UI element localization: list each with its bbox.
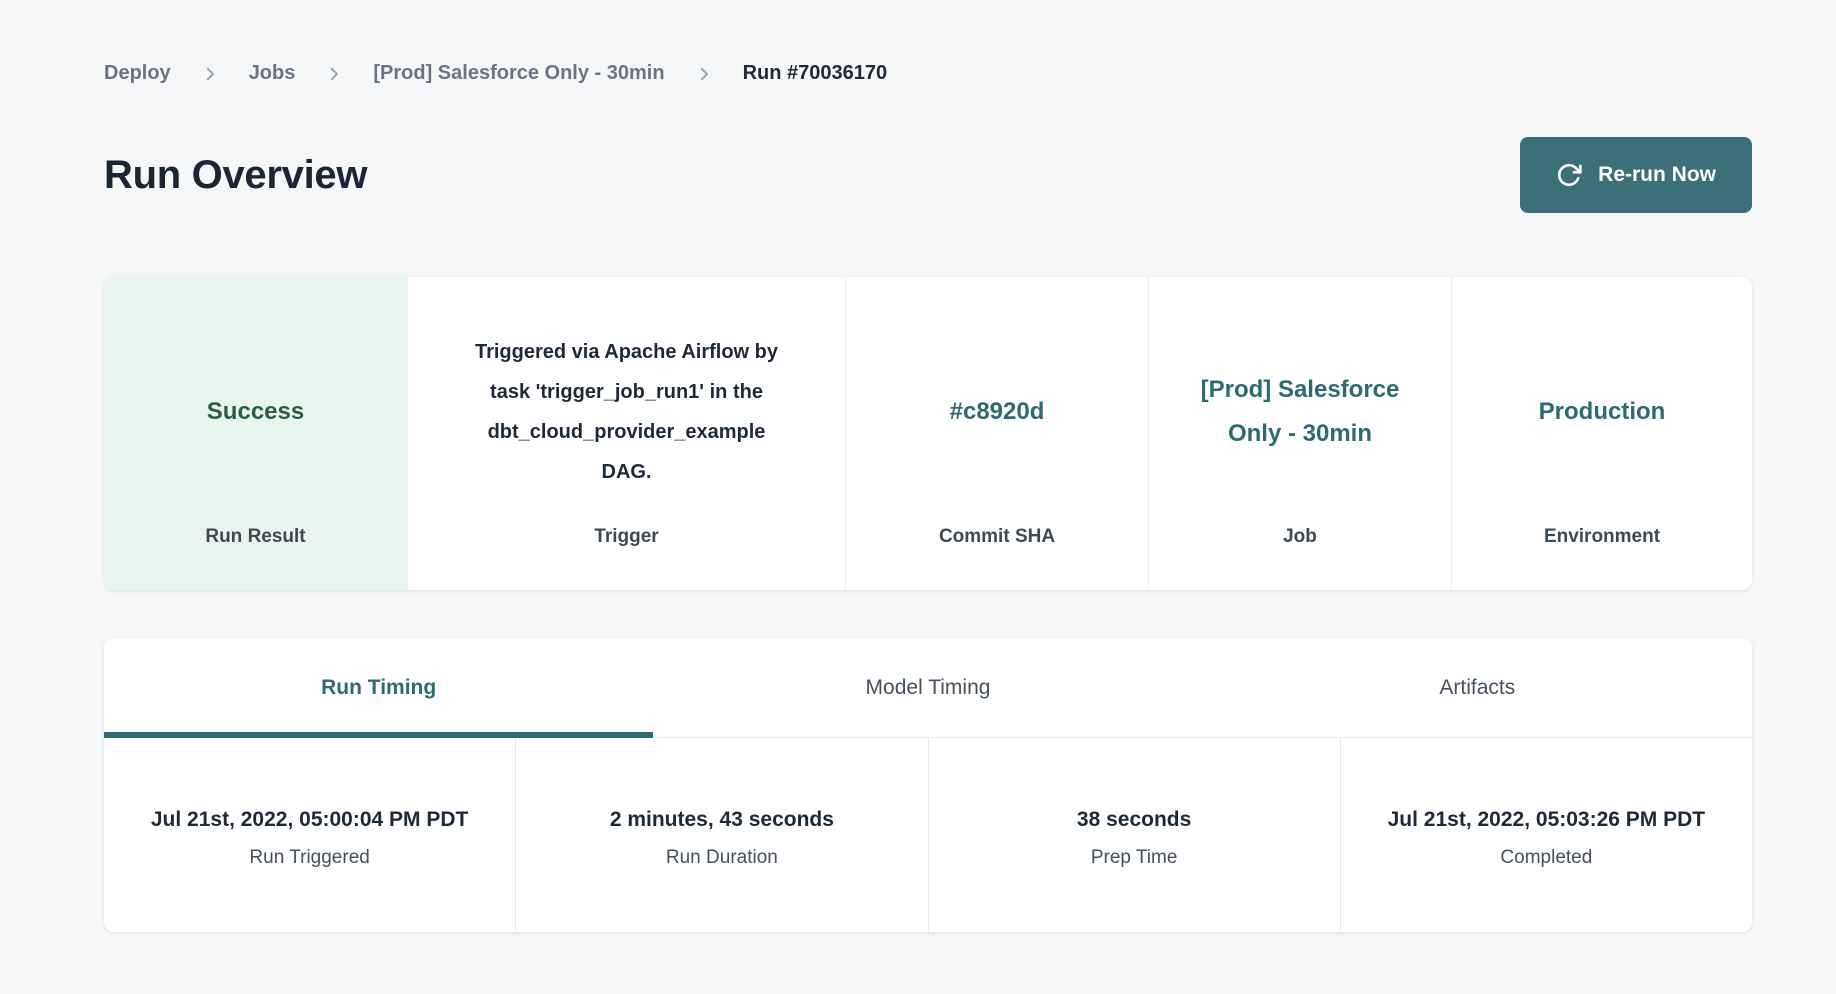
prep-time-card: 38 seconds Prep Time: [928, 738, 1340, 932]
job-label: Job: [1283, 526, 1317, 548]
run-triggered-card: Jul 21st, 2022, 05:00:04 PM PDT Run Trig…: [104, 738, 515, 932]
rerun-now-label: Re-run Now: [1598, 163, 1716, 187]
refresh-cw-icon: [1556, 162, 1582, 188]
job-value-wrap: [Prod] Salesforce Only - 30min: [1200, 297, 1400, 526]
tab-bar: Run Timing Model Timing Artifacts: [104, 638, 1752, 738]
completed-card: Jul 21st, 2022, 05:03:26 PM PDT Complete…: [1340, 738, 1752, 932]
trigger-card: Triggered via Apache Airflow by task 'tr…: [407, 277, 845, 590]
environment-card: Production Environment: [1451, 277, 1752, 590]
run-triggered-label: Run Triggered: [249, 847, 369, 869]
prep-time-label: Prep Time: [1091, 847, 1178, 869]
commit-sha-card: #c8920d Commit SHA: [845, 277, 1148, 590]
environment-value-wrap: Production: [1539, 297, 1666, 526]
tab-artifacts[interactable]: Artifacts: [1203, 638, 1752, 737]
tab-run-timing-label: Run Timing: [321, 676, 436, 700]
commit-sha-link[interactable]: #c8920d: [950, 390, 1045, 434]
completed-value: Jul 21st, 2022, 05:03:26 PM PDT: [1388, 801, 1706, 838]
run-result-label: Run Result: [205, 526, 305, 548]
run-overview-page: Deploy Jobs [Prod] Salesforce Only - 30m…: [104, 0, 1752, 932]
tab-artifacts-label: Artifacts: [1439, 676, 1515, 700]
run-summary-row: Success Run Result Triggered via Apache …: [104, 277, 1752, 590]
breadcrumb: Deploy Jobs [Prod] Salesforce Only - 30m…: [104, 0, 1752, 85]
run-duration-label: Run Duration: [666, 847, 778, 869]
chevron-right-icon: [695, 65, 713, 83]
run-result-value-wrap: Success: [207, 297, 304, 526]
trigger-label: Trigger: [594, 526, 658, 548]
tab-model-timing[interactable]: Model Timing: [653, 638, 1202, 737]
breadcrumb-item-jobs[interactable]: Jobs: [249, 62, 296, 85]
breadcrumb-item-current-run: Run #70036170: [743, 62, 888, 85]
trigger-value-wrap: Triggered via Apache Airflow by task 'tr…: [462, 297, 792, 526]
run-duration-value: 2 minutes, 43 seconds: [610, 801, 834, 838]
trigger-value: Triggered via Apache Airflow by task 'tr…: [462, 332, 792, 492]
breadcrumb-item-job-name[interactable]: [Prod] Salesforce Only - 30min: [373, 62, 664, 85]
chevron-right-icon: [201, 65, 219, 83]
run-result-card: Success Run Result: [104, 277, 407, 590]
run-result-value: Success: [207, 390, 304, 434]
page-header: Run Overview Re-run Now: [104, 137, 1752, 213]
rerun-now-button[interactable]: Re-run Now: [1520, 137, 1752, 213]
run-triggered-value: Jul 21st, 2022, 05:00:04 PM PDT: [151, 801, 469, 838]
run-detail-panel: Run Timing Model Timing Artifacts Jul 21…: [104, 638, 1752, 932]
tab-run-timing[interactable]: Run Timing: [104, 638, 653, 737]
commit-sha-label: Commit SHA: [939, 526, 1055, 548]
job-link[interactable]: [Prod] Salesforce Only - 30min: [1200, 368, 1400, 456]
environment-label: Environment: [1544, 526, 1660, 548]
commit-sha-value-wrap: #c8920d: [950, 297, 1045, 526]
page-title: Run Overview: [104, 153, 367, 198]
tab-model-timing-label: Model Timing: [866, 676, 991, 700]
breadcrumb-item-deploy[interactable]: Deploy: [104, 62, 171, 85]
chevron-right-icon: [325, 65, 343, 83]
job-card: [Prod] Salesforce Only - 30min Job: [1148, 277, 1451, 590]
completed-label: Completed: [1500, 847, 1592, 869]
run-duration-card: 2 minutes, 43 seconds Run Duration: [515, 738, 927, 932]
run-timing-content: Jul 21st, 2022, 05:00:04 PM PDT Run Trig…: [104, 738, 1752, 932]
environment-link[interactable]: Production: [1539, 390, 1666, 434]
prep-time-value: 38 seconds: [1077, 801, 1191, 838]
